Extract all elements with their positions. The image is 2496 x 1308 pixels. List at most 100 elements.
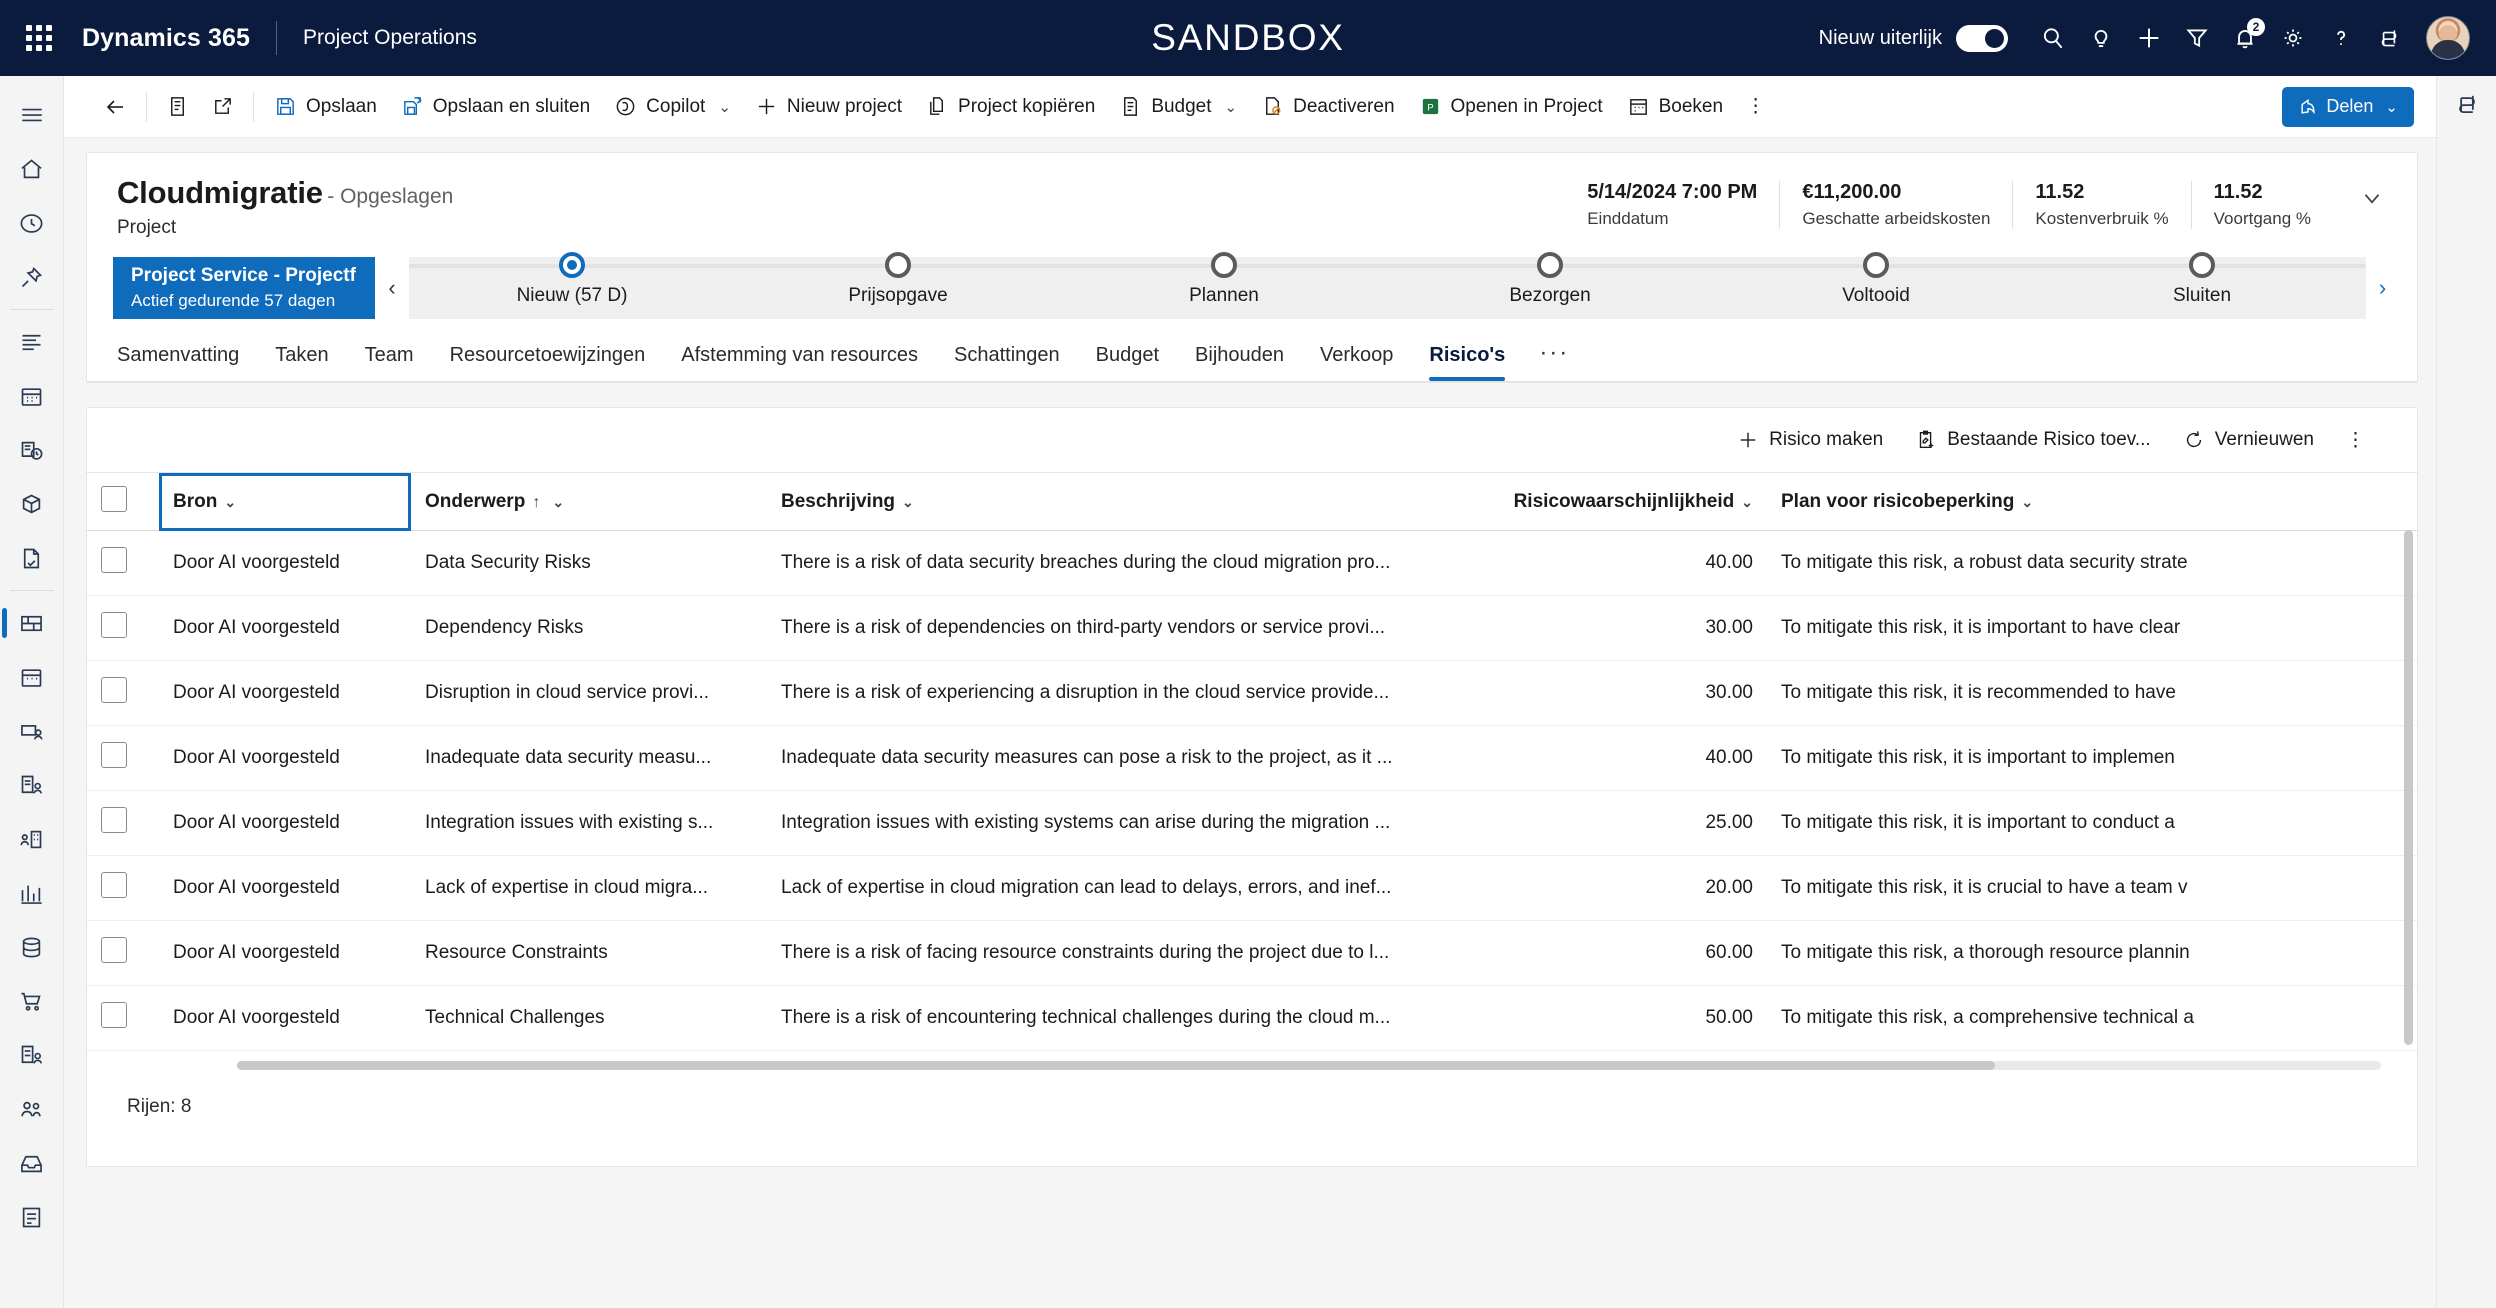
- tab-risicos[interactable]: Risico's: [1411, 336, 1523, 381]
- chevron-down-icon[interactable]: ⌄: [224, 494, 236, 510]
- share-button[interactable]: Delen ⌄: [2282, 86, 2414, 127]
- bpf-stage-prijsopgave[interactable]: Prijsopgave: [735, 252, 1061, 319]
- row-select-cell[interactable]: [87, 790, 159, 856]
- timeentry-icon[interactable]: [0, 423, 64, 477]
- new-look-toggle[interactable]: [1956, 24, 2008, 52]
- chevron-down-icon[interactable]: ⌄: [1741, 494, 1753, 510]
- sidebar-item-projects[interactable]: [0, 596, 64, 650]
- bpf-stage-voltooid[interactable]: Voltooid: [1713, 252, 2039, 319]
- help-icon[interactable]: [2318, 15, 2364, 61]
- cell-onderwerp[interactable]: Inadequate data security measu...: [411, 725, 767, 791]
- bpf-stage-sluiten[interactable]: Sluiten: [2039, 252, 2365, 319]
- recent-icon[interactable]: [0, 196, 64, 250]
- table-row[interactable]: Door AI voorgesteld Disruption in cloud …: [87, 660, 2417, 726]
- dashboard-icon[interactable]: [0, 315, 64, 369]
- row-checkbox[interactable]: [101, 612, 127, 638]
- app-launcher-waffle-icon[interactable]: [22, 21, 56, 55]
- save-button[interactable]: Opslaan: [262, 85, 389, 129]
- row-checkbox[interactable]: [101, 807, 127, 833]
- document-icon[interactable]: [0, 531, 64, 585]
- select-all-checkbox[interactable]: [101, 485, 127, 512]
- tab-verkoop[interactable]: Verkoop: [1302, 336, 1411, 381]
- lightbulb-icon[interactable]: [2078, 15, 2124, 61]
- schedule-icon[interactable]: [0, 650, 64, 704]
- row-select-cell[interactable]: [87, 920, 159, 986]
- cell-onderwerp[interactable]: Disruption in cloud service provi...: [411, 660, 767, 726]
- table-row[interactable]: Door AI voorgesteld Lack of expertise in…: [87, 855, 2417, 921]
- tab-resourcetoewijzingen[interactable]: Resourcetoewijzingen: [432, 336, 664, 381]
- add-existing-risk-button[interactable]: Bestaande Risico toev...: [1899, 418, 2166, 462]
- deactivate-button[interactable]: Deactiveren: [1249, 85, 1406, 129]
- approvals-icon[interactable]: [0, 758, 64, 812]
- invoice-icon[interactable]: [0, 1028, 64, 1082]
- row-select-cell[interactable]: [87, 530, 159, 596]
- database-icon[interactable]: [0, 920, 64, 974]
- row-select-cell[interactable]: [87, 725, 159, 791]
- book-button[interactable]: Boeken: [1615, 85, 1735, 129]
- chevron-down-icon[interactable]: ⌄: [2021, 494, 2033, 510]
- row-checkbox[interactable]: [101, 742, 127, 768]
- row-select-cell[interactable]: [87, 660, 159, 726]
- budget-button[interactable]: Budget ⌄: [1107, 85, 1249, 129]
- team-icon[interactable]: [0, 1082, 64, 1136]
- copilot-panel-icon[interactable]: [2437, 76, 2496, 132]
- tab-samenvatting[interactable]: Samenvatting: [117, 336, 257, 381]
- bpf-scroll-right-icon[interactable]: ›: [2365, 257, 2399, 319]
- tab-budget[interactable]: Budget: [1078, 336, 1177, 381]
- select-all-header[interactable]: [87, 472, 159, 531]
- plus-icon[interactable]: [2126, 15, 2172, 61]
- row-select-cell[interactable]: [87, 855, 159, 921]
- grid-vertical-scrollbar[interactable]: [2404, 530, 2413, 1045]
- search-icon[interactable]: [2030, 15, 2076, 61]
- copilot-button[interactable]: Copilot ⌄: [602, 85, 743, 129]
- cell-onderwerp[interactable]: Integration issues with existing s...: [411, 790, 767, 856]
- tab-bijhouden[interactable]: Bijhouden: [1177, 336, 1302, 381]
- tabs-overflow-button[interactable]: ···: [1523, 335, 1585, 381]
- cell-onderwerp[interactable]: Lack of expertise in cloud migra...: [411, 855, 767, 921]
- form-selector-icon[interactable]: [155, 85, 200, 129]
- bell-icon[interactable]: 2: [2222, 15, 2268, 61]
- filter-icon[interactable]: [2174, 15, 2220, 61]
- copy-project-button[interactable]: Project kopiëren: [914, 85, 1107, 129]
- row-select-cell[interactable]: [87, 595, 159, 661]
- table-row[interactable]: Door AI voorgesteld Integration issues w…: [87, 790, 2417, 856]
- table-row[interactable]: Door AI voorgesteld Technical Challenges…: [87, 985, 2417, 1051]
- chevron-down-icon[interactable]: ⌄: [552, 494, 564, 510]
- tab-schattingen[interactable]: Schattingen: [936, 336, 1078, 381]
- opportunity-icon[interactable]: [0, 866, 64, 920]
- bpf-stage-plannen[interactable]: Plannen: [1061, 252, 1387, 319]
- chevron-down-icon[interactable]: ⌄: [902, 494, 914, 510]
- table-row[interactable]: Door AI voorgesteld Dependency Risks The…: [87, 595, 2417, 661]
- tab-taken[interactable]: Taken: [257, 336, 346, 381]
- cell-onderwerp[interactable]: Technical Challenges: [411, 985, 767, 1051]
- resource-icon[interactable]: [0, 704, 64, 758]
- column-header-plan[interactable]: Plan voor risicobeperking ⌄: [1767, 472, 2417, 531]
- row-checkbox[interactable]: [101, 547, 127, 573]
- account-icon[interactable]: [0, 812, 64, 866]
- column-header-risicowaarschijnlijkheid[interactable]: Risicowaarschijnlijkheid ⌄: [1497, 472, 1767, 531]
- bpf-stage-nieuw[interactable]: Nieuw (57 D): [409, 252, 735, 319]
- column-header-bron[interactable]: Bron ⌄: [159, 472, 411, 531]
- create-risk-button[interactable]: Risico maken: [1721, 418, 1899, 462]
- bpf-stage-bezorgen[interactable]: Bezorgen: [1387, 252, 1713, 319]
- row-checkbox[interactable]: [101, 872, 127, 898]
- grid-horizontal-scrollbar[interactable]: [237, 1061, 2381, 1070]
- inbox-icon[interactable]: [0, 1136, 64, 1190]
- save-and-close-button[interactable]: Opslaan en sluiten: [389, 85, 602, 129]
- table-row[interactable]: Door AI voorgesteld Inadequate data secu…: [87, 725, 2417, 791]
- chevron-down-icon[interactable]: ⌄: [1225, 98, 1238, 116]
- new-project-button[interactable]: Nieuw project: [743, 85, 914, 129]
- cart-icon[interactable]: [0, 974, 64, 1028]
- pin-icon[interactable]: [0, 250, 64, 304]
- column-header-onderwerp[interactable]: Onderwerp ↑ ⌄: [411, 472, 767, 531]
- table-row[interactable]: Door AI voorgesteld Resource Constraints…: [87, 920, 2417, 986]
- column-header-beschrijving[interactable]: Beschrijving ⌄: [767, 472, 1497, 531]
- cell-onderwerp[interactable]: Data Security Risks: [411, 530, 767, 596]
- tab-team[interactable]: Team: [347, 336, 432, 381]
- cell-onderwerp[interactable]: Dependency Risks: [411, 595, 767, 661]
- copilot-icon[interactable]: [2366, 15, 2412, 61]
- back-button[interactable]: [92, 85, 138, 129]
- header-expand-chevron-down-icon[interactable]: [2333, 181, 2391, 216]
- row-checkbox[interactable]: [101, 937, 127, 963]
- row-checkbox[interactable]: [101, 1002, 127, 1028]
